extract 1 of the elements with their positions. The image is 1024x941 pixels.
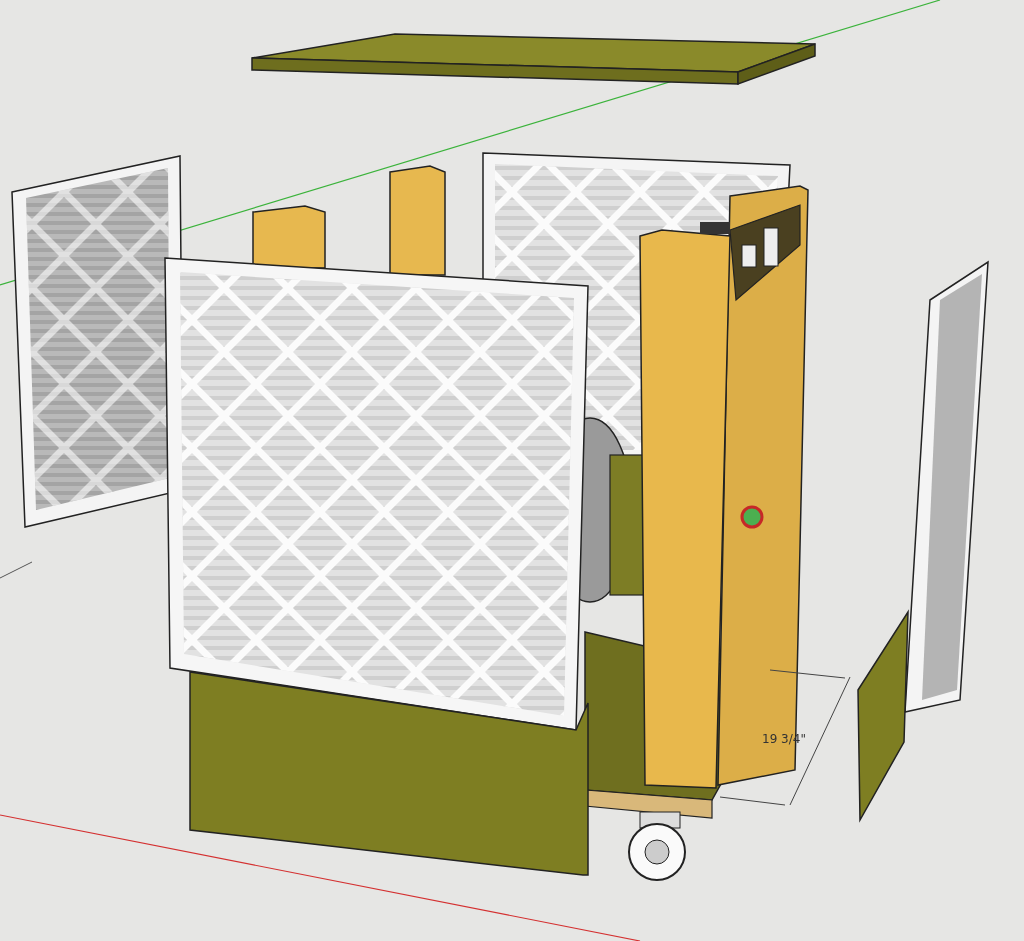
dimension-tick-line bbox=[0, 561, 33, 579]
